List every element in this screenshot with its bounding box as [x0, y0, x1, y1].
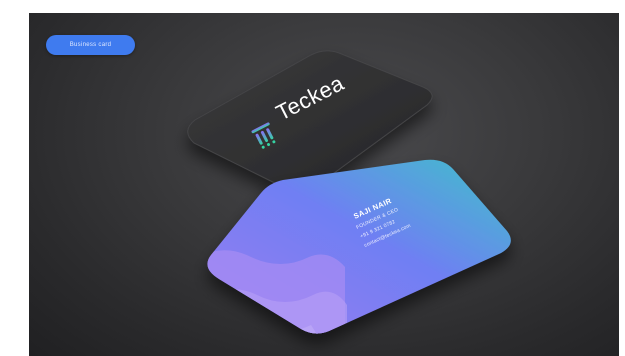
- card-back-waves: [207, 250, 347, 334]
- business-card-scene: Teckea SAJI NAIR FOUNDER & CEO +91 9 321…: [187, 50, 511, 334]
- product-mockup-photo: Business card Teckea SAJI NAIR FOUNDER &…: [29, 13, 619, 356]
- card-back: [207, 159, 511, 334]
